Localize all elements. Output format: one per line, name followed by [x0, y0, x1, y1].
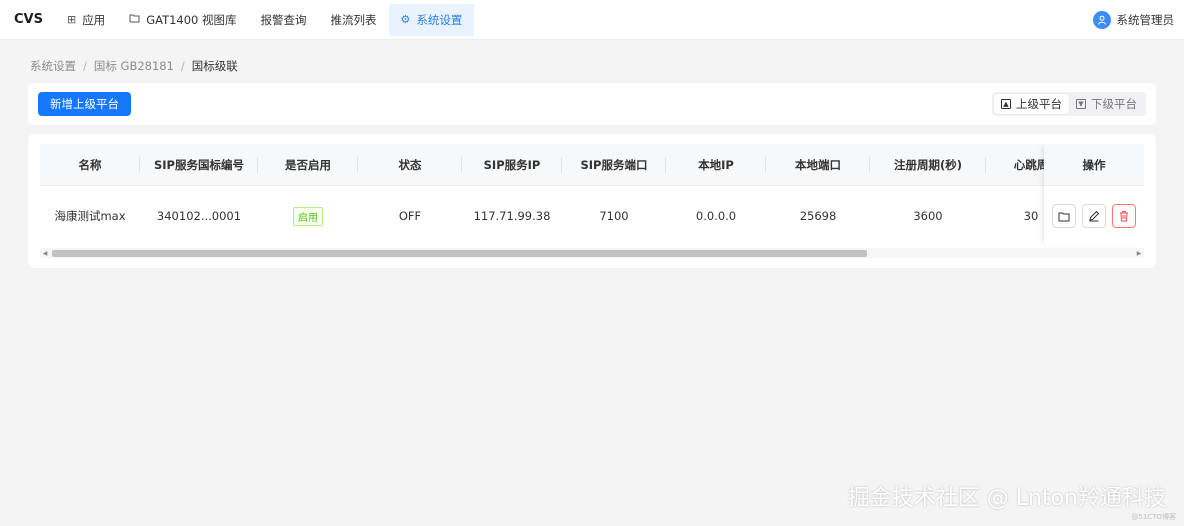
nav-item-gat1400[interactable]: GAT1400 视图库 [117, 4, 248, 36]
grid-icon: ⊞ [66, 13, 77, 26]
open-folder-button[interactable] [1052, 204, 1076, 228]
trash-icon [1120, 211, 1128, 222]
nav-item-label: GAT1400 视图库 [146, 12, 237, 27]
delete-button[interactable] [1112, 204, 1136, 228]
nav-item-settings[interactable]: ⚙ 系统设置 [388, 3, 475, 36]
cell-local-port: 25698 [799, 209, 837, 223]
pencil-icon [1089, 210, 1100, 222]
cell-register-period: 3600 [913, 209, 943, 223]
watermark: 掘金技术社区 @ Lnton羚通科技 [847, 486, 1166, 511]
scroll-right-icon[interactable]: ▶ [1134, 248, 1144, 258]
cell-enabled: 启用 [258, 186, 358, 246]
cell-sip-ip: 117.71.99.38 [473, 209, 551, 223]
table-row: 海康测试max 340102...0001 启用 OFF 117.71.99.3… [40, 186, 1144, 246]
folder-icon [1058, 212, 1070, 221]
breadcrumb-separator: / [180, 59, 185, 73]
cell-name: 海康测试max [54, 209, 126, 223]
scrollbar-thumb[interactable] [52, 250, 867, 257]
avatar [1092, 11, 1111, 29]
nav-item-label: 报警查询 [260, 12, 307, 27]
download-icon: ▼ [1076, 99, 1086, 109]
column-header: 是否启用 [258, 144, 358, 185]
column-header: 名称 [40, 144, 140, 185]
upload-icon: ▲ [1001, 99, 1011, 109]
cell-local-ip: 0.0.0.0 [695, 209, 737, 223]
top-nav: CVS ⊞ 应用 GAT1400 视图库 报警查询 推流列表 ⚙ 系统设置 系统… [0, 0, 1184, 40]
column-header: 状态 [358, 144, 462, 185]
actions-column: 操作 [1044, 144, 1144, 246]
breadcrumb: 系统设置 / 国标 GB28181 / 国标级联 [30, 58, 238, 74]
scroll-left-icon[interactable]: ◀ [40, 248, 50, 258]
nav-item-label: 系统设置 [416, 12, 463, 27]
column-header: SIP服务端口 [562, 144, 666, 185]
platform-switch: ▲ 上级平台 ▼ 下级平台 [992, 92, 1146, 116]
gear-icon: ⚙ [400, 13, 411, 26]
segment-lower-platform[interactable]: ▼ 下级平台 [1069, 94, 1144, 114]
cell-status: OFF [398, 209, 422, 223]
row-actions [1044, 186, 1144, 246]
data-table: 名称 SIP服务国标编号 是否启用 状态 SIP服务IP SIP服务端口 本地I… [40, 144, 1144, 248]
column-header: 注册周期(秒) [870, 144, 986, 185]
edit-button[interactable] [1082, 204, 1106, 228]
segment-label: 上级平台 [1016, 97, 1062, 111]
cell-sip-id: 340102...0001 [156, 209, 242, 223]
nav-item-label: 应用 [82, 12, 106, 27]
breadcrumb-item[interactable]: 系统设置 [30, 58, 76, 74]
column-header: 操作 [1044, 144, 1144, 186]
user-menu[interactable]: 系统管理员 [1092, 0, 1175, 40]
breadcrumb-item[interactable]: 国标 GB28181 [94, 58, 174, 74]
column-header: 本地IP [666, 144, 766, 185]
breadcrumb-separator: / [83, 59, 87, 73]
column-header: SIP服务IP [462, 144, 562, 185]
status-badge: 启用 [293, 206, 323, 226]
nav-item-stream[interactable]: 推流列表 [319, 4, 389, 36]
segment-label: 下级平台 [1091, 97, 1137, 111]
cell-sip-port: 7100 [599, 209, 629, 223]
nav-item-label: 推流列表 [330, 12, 377, 27]
column-header: 本地端口 [766, 144, 870, 185]
breadcrumb-current: 国标级联 [191, 59, 238, 73]
table-header: 名称 SIP服务国标编号 是否启用 状态 SIP服务IP SIP服务端口 本地I… [40, 144, 1144, 186]
user-name: 系统管理员 [1116, 13, 1175, 27]
watermark-sub: @51CTO博客 [1131, 513, 1176, 521]
column-header: SIP服务国标编号 [140, 144, 258, 185]
nav-item-alarm[interactable]: 报警查询 [249, 4, 319, 36]
add-platform-button[interactable]: 新增上级平台 [38, 92, 131, 116]
horizontal-scrollbar[interactable]: ◀ ▶ [40, 248, 1144, 258]
folder-icon [129, 13, 140, 26]
segment-upper-platform[interactable]: ▲ 上级平台 [994, 94, 1069, 114]
table-card: 名称 SIP服务国标编号 是否启用 状态 SIP服务IP SIP服务端口 本地I… [28, 134, 1156, 268]
brand-logo[interactable]: CVS [14, 12, 43, 27]
toolbar: 新增上级平台 ▲ 上级平台 ▼ 下级平台 [28, 83, 1156, 125]
nav-item-apps[interactable]: ⊞ 应用 [55, 4, 117, 36]
